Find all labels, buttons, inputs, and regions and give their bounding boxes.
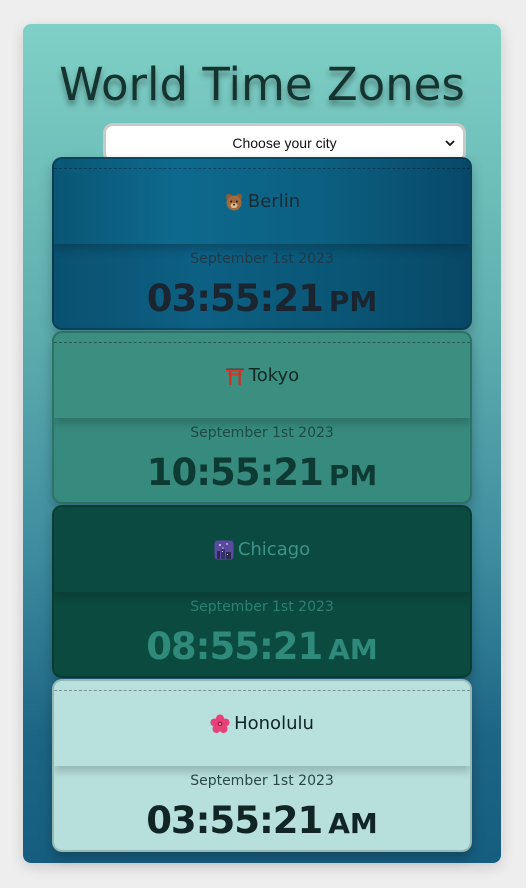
time-value: 03:55:21 [146, 277, 324, 320]
card-header: Chicago [54, 507, 470, 592]
city-name: Honolulu [234, 713, 314, 734]
page-title: World Time Zones [59, 58, 465, 111]
time-display: 10:55:21 PM [54, 451, 470, 494]
time-value: 03:55:21 [146, 799, 323, 842]
time-value: 08:55:21 [146, 625, 323, 668]
ampm-label: PM [328, 285, 378, 318]
ampm-label: AM [328, 633, 378, 666]
date-label: September 1st 2023 [190, 251, 334, 267]
ampm-label: PM [328, 459, 378, 492]
card-divider [54, 168, 470, 169]
timezone-card-chicago: Chicago September 1st 2023 08:55:21 AM [52, 505, 472, 678]
time-display: 03:55:21 AM [54, 799, 470, 842]
timezone-card-tokyo: Tokyo September 1st 2023 10:55:21 PM [52, 331, 472, 504]
torii-gate-icon [225, 368, 244, 385]
date-label: September 1st 2023 [190, 599, 334, 615]
ampm-label: AM [328, 807, 378, 840]
hibiscus-icon [210, 714, 230, 733]
city-name: Chicago [237, 539, 311, 560]
bear-icon [225, 193, 243, 210]
time-display: 08:55:21 AM [54, 625, 470, 668]
time-display: 03:55:21 PM [54, 277, 470, 320]
card-divider [54, 342, 470, 343]
card-header: Berlin [54, 159, 470, 244]
timezone-card-berlin: Berlin September 1st 2023 03:55:21 PM [52, 157, 472, 330]
night-city-icon [214, 540, 234, 559]
card-header: Honolulu [54, 681, 470, 766]
chevron-down-icon [445, 140, 455, 147]
city-name: Tokyo [248, 365, 300, 386]
city-name: Berlin [247, 191, 301, 212]
timezone-card-honolulu: Honolulu September 1st 2023 03:55:21 AM [52, 679, 472, 852]
date-label: September 1st 2023 [190, 425, 334, 441]
time-value: 10:55:21 [146, 451, 324, 494]
city-select-value: Choose your city [232, 135, 337, 151]
card-divider [54, 690, 470, 691]
card-header: Tokyo [54, 333, 470, 418]
date-label: September 1st 2023 [190, 773, 334, 789]
